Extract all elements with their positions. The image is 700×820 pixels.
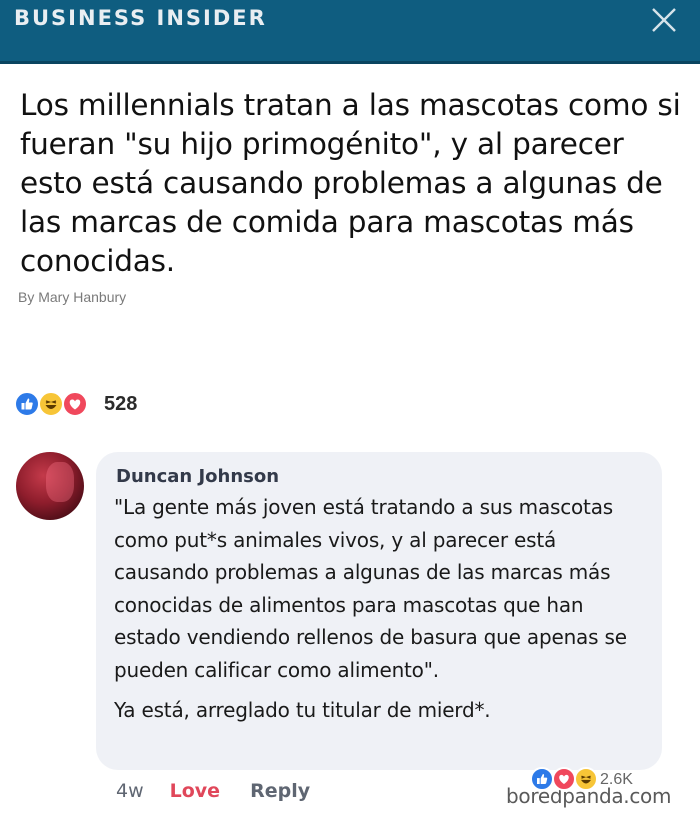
site-header: BUSINESS INSIDER	[0, 0, 700, 64]
avatar[interactable]	[16, 452, 84, 520]
site-logo: BUSINESS INSIDER	[14, 6, 267, 30]
reaction-count: 528	[104, 392, 138, 415]
post-reactions[interactable]: 528	[14, 390, 137, 418]
like-icon	[530, 767, 554, 791]
comment-actions: 4w Love Reply	[116, 780, 310, 802]
haha-icon	[574, 767, 598, 791]
comment-bubble: Duncan Johnson "La gente más joven está …	[96, 452, 662, 770]
article-byline: By Mary Hanbury	[18, 289, 127, 305]
haha-icon	[38, 391, 64, 417]
love-icon	[62, 391, 88, 417]
comment-author[interactable]: Duncan Johnson	[116, 466, 644, 487]
reaction-icons	[14, 390, 100, 418]
comment-timestamp[interactable]: 4w	[116, 780, 144, 802]
close-button[interactable]	[648, 4, 680, 36]
reply-button[interactable]: Reply	[250, 780, 310, 802]
comment-text: Ya está, arreglado tu titular de mierd*.	[114, 698, 491, 722]
close-icon	[652, 8, 676, 32]
comment-text: "La gente más joven está tratando a sus …	[114, 495, 627, 682]
love-icon	[552, 767, 576, 791]
like-icon	[14, 391, 40, 417]
article-headline[interactable]: Los millennials tratan a las mascotas co…	[20, 86, 685, 281]
love-button[interactable]: Love	[170, 780, 220, 802]
